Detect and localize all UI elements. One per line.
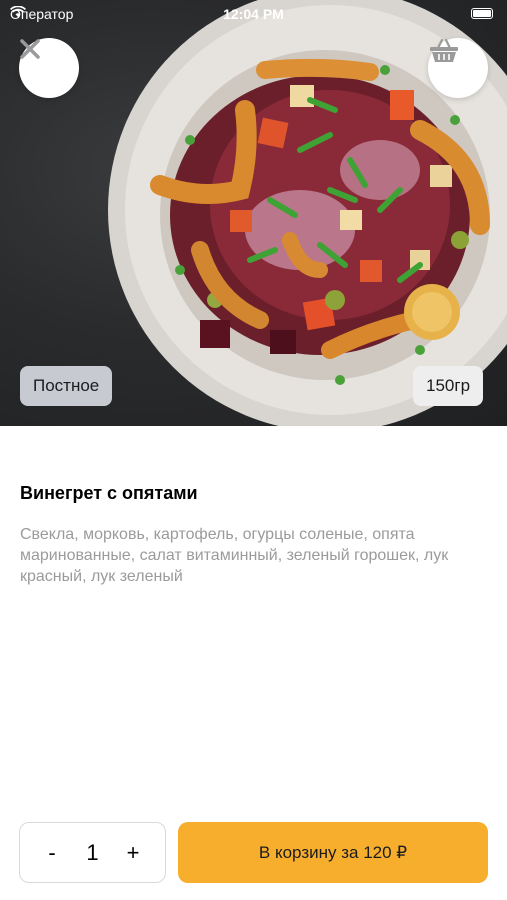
product-title: Винегрет с опятами — [20, 483, 198, 503]
battery-icon — [471, 8, 493, 19]
product-detail-screen: Оператор 12:04 PM Постное 150гр Винегрет… — [0, 0, 507, 900]
decrement-button[interactable]: - — [40, 840, 64, 866]
quantity-stepper: - 1 + — [19, 822, 166, 883]
increment-button[interactable]: + — [121, 840, 145, 866]
close-button[interactable] — [19, 38, 79, 98]
status-bar: Оператор 12:04 PM — [0, 0, 507, 28]
basket-button[interactable] — [428, 38, 488, 98]
add-to-cart-button[interactable]: В корзину за 120 ₽ — [178, 822, 488, 883]
weight-badge: 150гр — [413, 366, 484, 406]
status-time: 12:04 PM — [223, 6, 284, 22]
product-image: Оператор 12:04 PM Постное 150гр — [0, 0, 507, 426]
diet-tag-badge: Постное — [20, 366, 113, 406]
quantity-value: 1 — [86, 839, 99, 865]
product-description: Свекла, морковь, картофель, огурцы солен… — [20, 526, 449, 585]
add-to-cart-label: В корзину за 120 ₽ — [258, 842, 408, 862]
